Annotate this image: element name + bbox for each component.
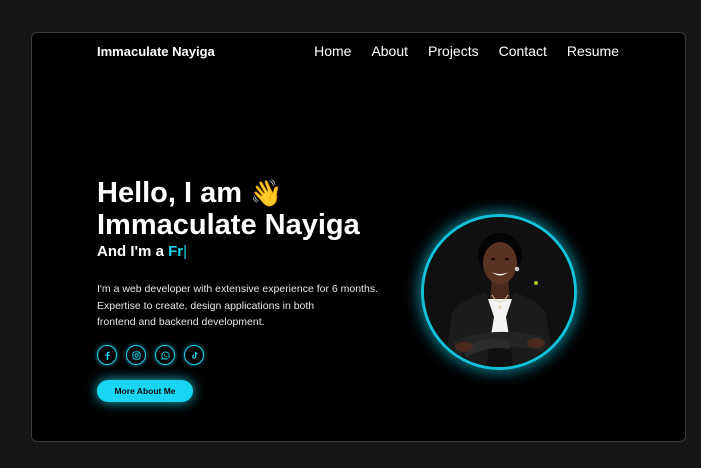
tiktok-link[interactable] [184, 345, 204, 365]
whatsapp-link[interactable] [155, 345, 175, 365]
wave-emoji-icon: 👋 [250, 179, 283, 209]
bio-line: I'm a web developer with extensive exper… [97, 283, 378, 295]
nav-about[interactable]: About [371, 43, 408, 59]
whatsapp-icon [160, 350, 170, 360]
typing-cursor: | [183, 243, 187, 260]
facebook-icon [105, 351, 110, 360]
bio-line: Expertise to create, design applications… [97, 299, 315, 312]
instagram-link[interactable] [126, 345, 146, 365]
instagram-icon [131, 350, 141, 360]
nav-contact[interactable]: Contact [499, 43, 547, 59]
top-nav: Home About Projects Contact Resume [314, 43, 619, 59]
hero-name: Immaculate Nayiga [97, 209, 360, 241]
brand-logo[interactable]: Immaculate Nayiga [97, 44, 215, 59]
profile-portrait [424, 217, 574, 367]
nav-resume[interactable]: Resume [567, 43, 619, 59]
nav-home[interactable]: Home [314, 43, 351, 59]
nav-projects[interactable]: Projects [428, 43, 479, 59]
more-about-me-button[interactable]: More About Me [97, 380, 193, 402]
social-links [97, 345, 204, 365]
greeting-text: Hello, I am [97, 177, 243, 209]
role-prefix: And I'm a [97, 243, 169, 260]
bio-line: frontend and backend development. [97, 316, 265, 328]
role-typed-text: Fr [168, 243, 184, 260]
hero-bio: I'm a web developer with extensive exper… [97, 281, 397, 331]
hero-greeting: Hello, I am 👋 [97, 177, 282, 211]
profile-photo [421, 214, 577, 370]
portfolio-window: Immaculate Nayiga Home About Projects Co… [31, 32, 686, 442]
hero-role: And I'm a Fr| [97, 242, 187, 262]
facebook-link[interactable] [97, 345, 117, 365]
tiktok-icon [191, 351, 198, 359]
